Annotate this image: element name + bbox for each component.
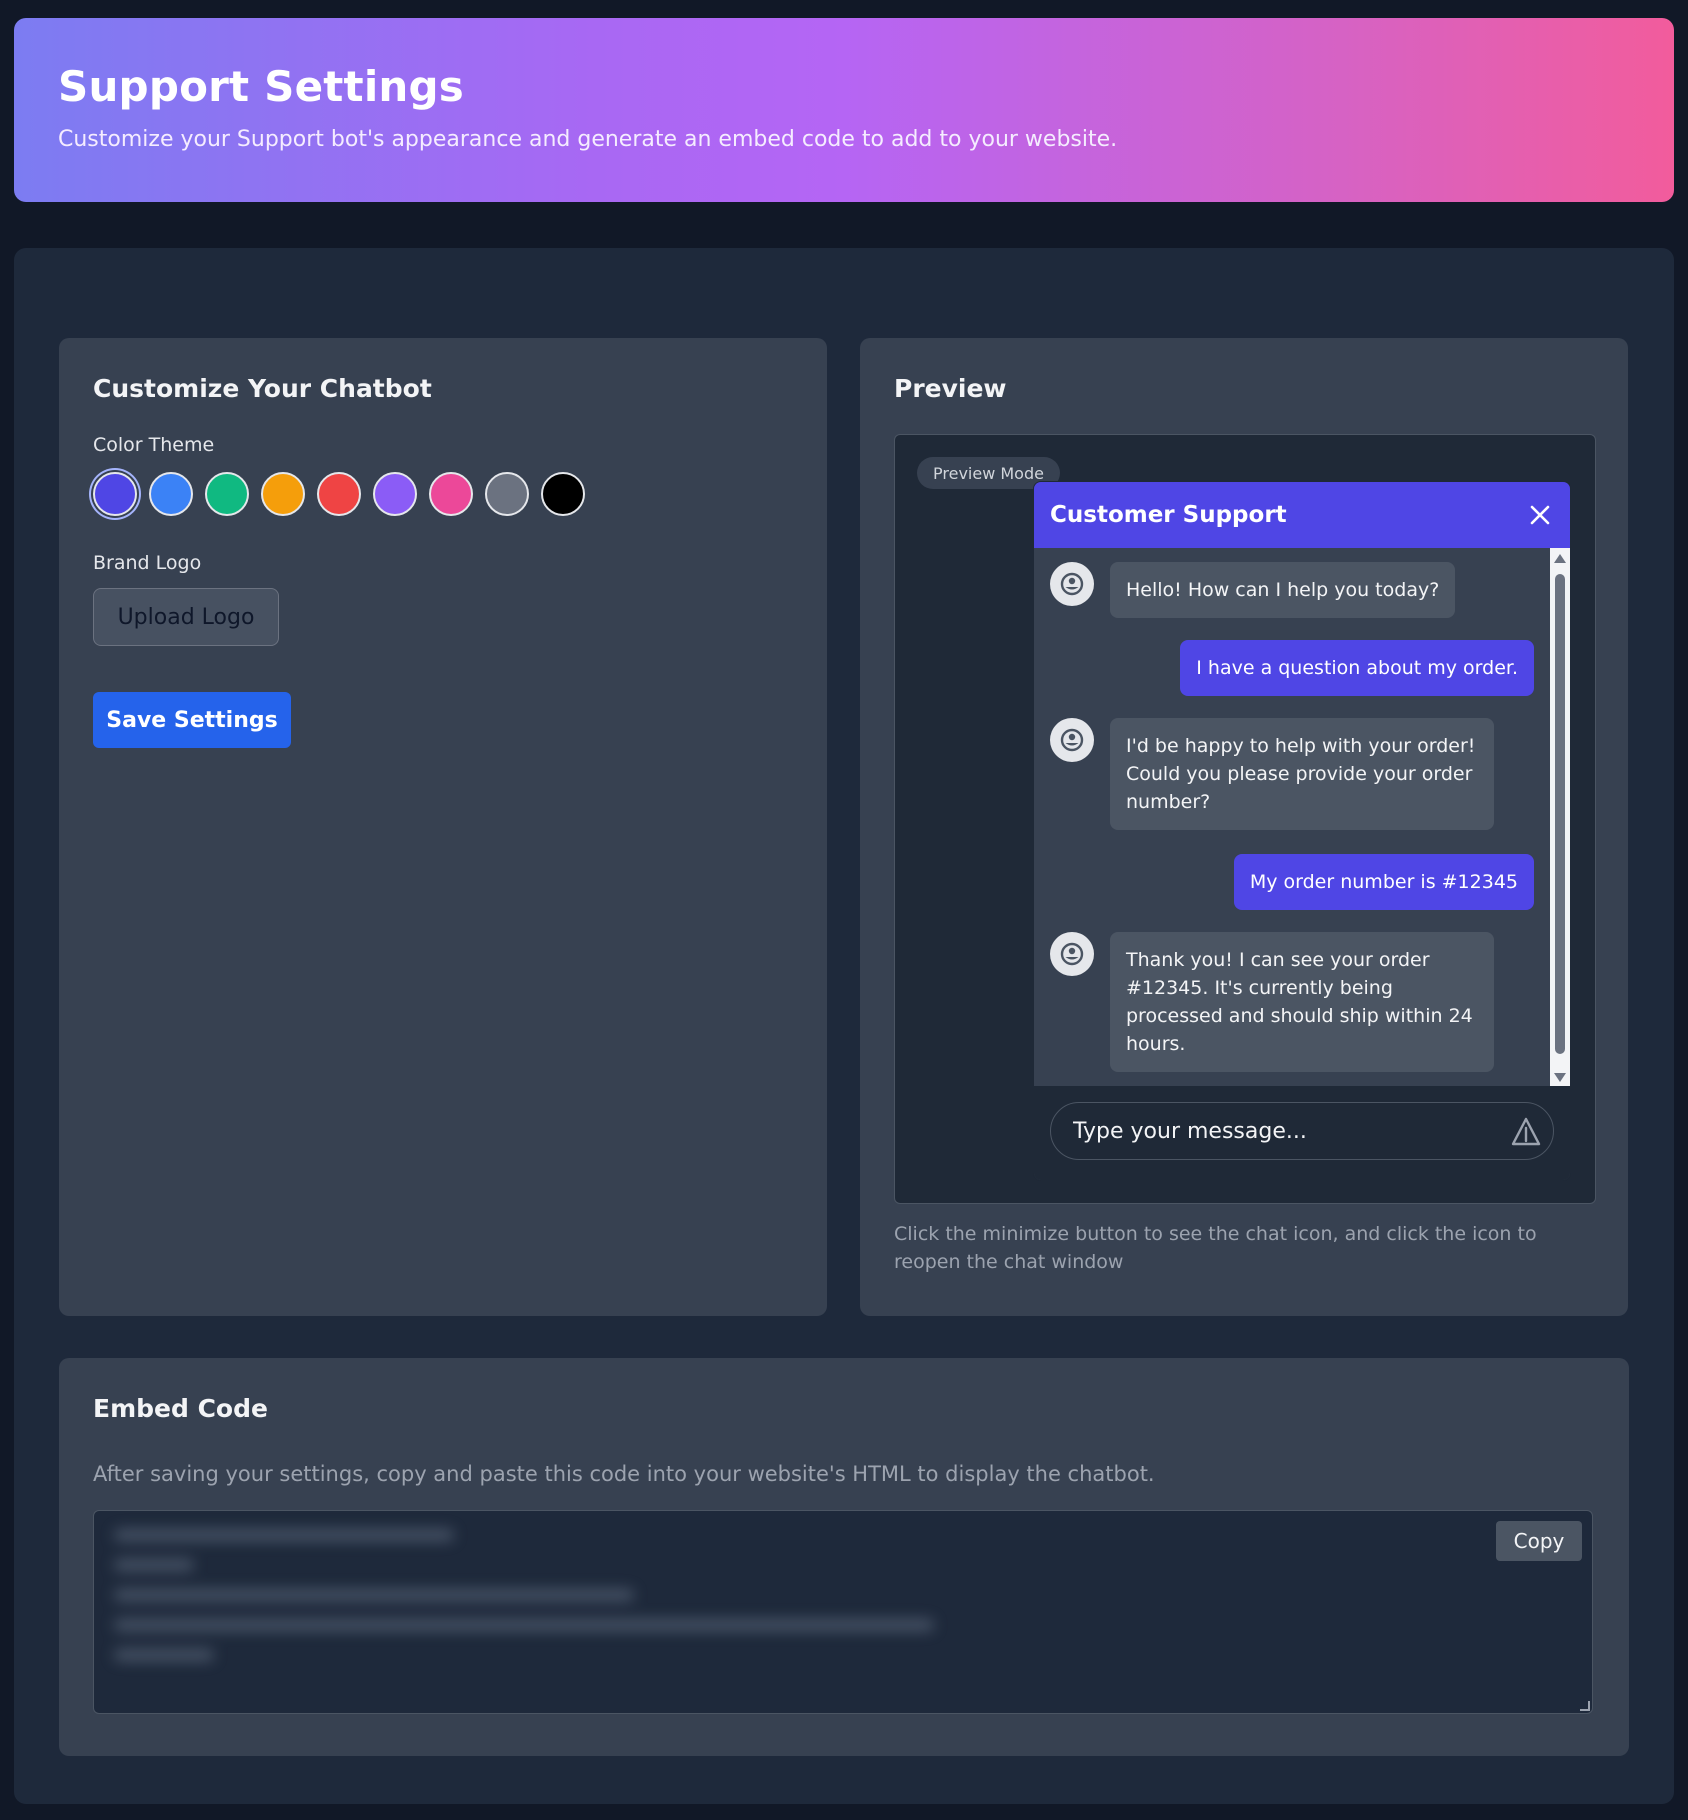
brand-logo-label: Brand Logo bbox=[93, 552, 202, 574]
copy-button[interactable]: Copy bbox=[1496, 1521, 1582, 1561]
customize-card: Customize Your Chatbot Color Theme Brand… bbox=[59, 338, 827, 1316]
color-theme-swatches bbox=[93, 472, 585, 516]
chat-scrollbar[interactable] bbox=[1550, 548, 1570, 1088]
embed-code-textarea[interactable]: Copy bbox=[93, 1510, 1593, 1714]
chat-message-user: I have a question about my order. bbox=[1180, 640, 1534, 696]
page-title: Support Settings bbox=[58, 62, 464, 111]
chat-message-bot: Thank you! I can see your order #12345. … bbox=[1110, 932, 1494, 1072]
color-swatch[interactable] bbox=[317, 472, 361, 516]
save-settings-button[interactable]: Save Settings bbox=[93, 692, 291, 748]
preview-card: Preview Preview Mode Customer Support He… bbox=[860, 338, 1628, 1316]
color-swatch[interactable] bbox=[261, 472, 305, 516]
color-swatch[interactable] bbox=[373, 472, 417, 516]
scroll-thumb[interactable] bbox=[1555, 574, 1565, 1054]
color-swatch[interactable] bbox=[485, 472, 529, 516]
preview-title: Preview bbox=[894, 374, 1007, 403]
chat-message-user: My order number is #12345 bbox=[1233, 854, 1534, 910]
page-subtitle: Customize your Support bot's appearance … bbox=[58, 127, 1118, 152]
close-icon[interactable] bbox=[1524, 499, 1556, 531]
color-swatch[interactable] bbox=[149, 472, 193, 516]
chat-message-bot: I'd be happy to help with your order! Co… bbox=[1110, 718, 1494, 830]
upload-logo-button[interactable]: Upload Logo bbox=[93, 588, 279, 646]
embed-card: Embed Code After saving your settings, c… bbox=[59, 1358, 1629, 1756]
chat-header: Customer Support bbox=[1034, 482, 1570, 548]
color-theme-label: Color Theme bbox=[93, 434, 215, 456]
send-icon[interactable] bbox=[1510, 1116, 1542, 1148]
chat-window: Customer Support Hello! How can I help y… bbox=[1033, 481, 1571, 1181]
scroll-up-icon[interactable] bbox=[1554, 554, 1566, 563]
bot-avatar-icon bbox=[1050, 718, 1094, 762]
embed-code-blurred bbox=[114, 1529, 934, 1679]
embed-title: Embed Code bbox=[93, 1394, 268, 1423]
color-swatch[interactable] bbox=[93, 472, 137, 516]
chat-messages: Hello! How can I help you today? I have … bbox=[1034, 548, 1548, 1086]
chat-input-area bbox=[1034, 1086, 1570, 1180]
scroll-down-icon[interactable] bbox=[1554, 1073, 1566, 1082]
preview-hint: Click the minimize button to see the cha… bbox=[894, 1223, 1537, 1273]
color-swatch[interactable] bbox=[205, 472, 249, 516]
upload-logo-label: Upload Logo bbox=[117, 604, 255, 630]
chat-message-input[interactable] bbox=[1050, 1102, 1554, 1160]
chat-title: Customer Support bbox=[1050, 502, 1287, 528]
preview-area: Preview Mode Customer Support Hello! How… bbox=[894, 434, 1596, 1204]
customize-title: Customize Your Chatbot bbox=[93, 374, 432, 403]
chat-message-bot: Hello! How can I help you today? bbox=[1110, 562, 1456, 618]
main-panel: Customize Your Chatbot Color Theme Brand… bbox=[14, 248, 1674, 1804]
bot-avatar-icon bbox=[1050, 562, 1094, 606]
bot-avatar-icon bbox=[1050, 932, 1094, 976]
page-header: Support Settings Customize your Support … bbox=[14, 18, 1674, 202]
embed-description: After saving your settings, copy and pas… bbox=[93, 1462, 1155, 1486]
resize-handle-icon[interactable] bbox=[1580, 1701, 1590, 1711]
color-swatch[interactable] bbox=[541, 472, 585, 516]
color-swatch[interactable] bbox=[429, 472, 473, 516]
